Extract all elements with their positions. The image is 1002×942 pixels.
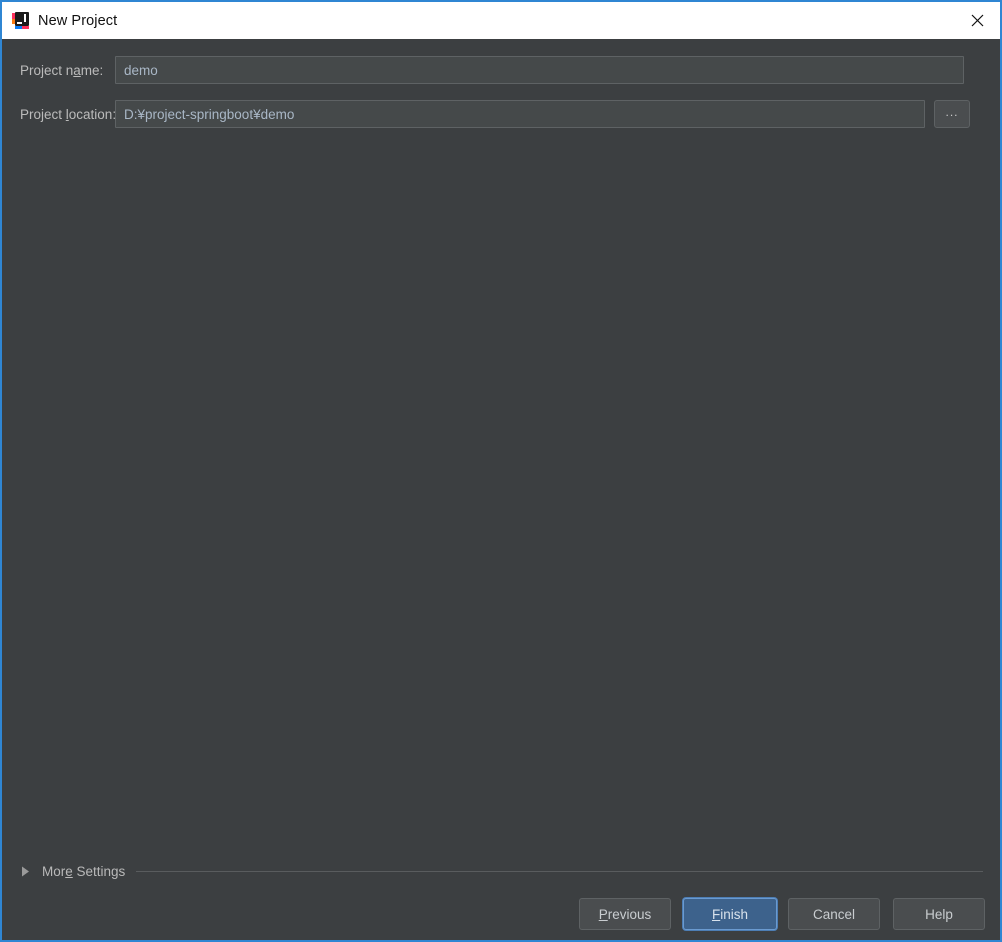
project-location-row: Project location: ... (2, 100, 970, 128)
help-button[interactable]: Help (893, 898, 985, 930)
triangle-right-icon[interactable] (21, 866, 30, 877)
label-text-part: Settings (72, 863, 126, 879)
more-settings-section[interactable]: More Settings (2, 859, 1000, 883)
finish-button[interactable]: Finish (683, 898, 777, 930)
project-name-input[interactable] (115, 56, 964, 84)
title-bar: New Project (2, 2, 1000, 39)
ellipsis-icon: ... (945, 104, 959, 119)
button-label-part: inish (720, 906, 748, 922)
project-name-row: Project name: (2, 56, 964, 84)
close-icon (971, 14, 983, 27)
intellij-idea-icon (12, 12, 29, 29)
button-label-part: Cancel (812, 906, 856, 922)
project-location-input[interactable] (115, 100, 925, 128)
dialog-content: Project name: Project location: ... More… (2, 39, 1000, 940)
section-divider (136, 870, 984, 872)
close-button[interactable] (954, 2, 1000, 39)
label-text-part: ocation: (68, 106, 117, 122)
button-label-part: revious (607, 906, 652, 922)
label-text-part: Project (20, 106, 66, 122)
window-title: New Project (38, 12, 118, 29)
label-text-part: Mor (42, 863, 66, 879)
button-mnemonic: P (598, 906, 608, 922)
button-mnemonic: F (711, 906, 721, 922)
label-text-part: me: (80, 62, 104, 78)
project-location-label: Project location: (2, 106, 117, 122)
label-text-part: Project n (20, 62, 74, 78)
button-label-part: Help (925, 906, 953, 922)
cancel-button[interactable]: Cancel (788, 898, 880, 930)
label-mnemonic: e (65, 863, 73, 879)
project-name-label: Project name: (2, 63, 115, 78)
previous-button[interactable]: Previous (579, 898, 671, 930)
browse-location-button[interactable]: ... (934, 100, 970, 128)
new-project-dialog: New Project Project name: Project locati… (0, 0, 1002, 942)
label-mnemonic: a (73, 62, 81, 78)
more-settings-label: More Settings (42, 864, 125, 879)
dialog-footer: Previous Finish Cancel Help (2, 898, 1000, 940)
